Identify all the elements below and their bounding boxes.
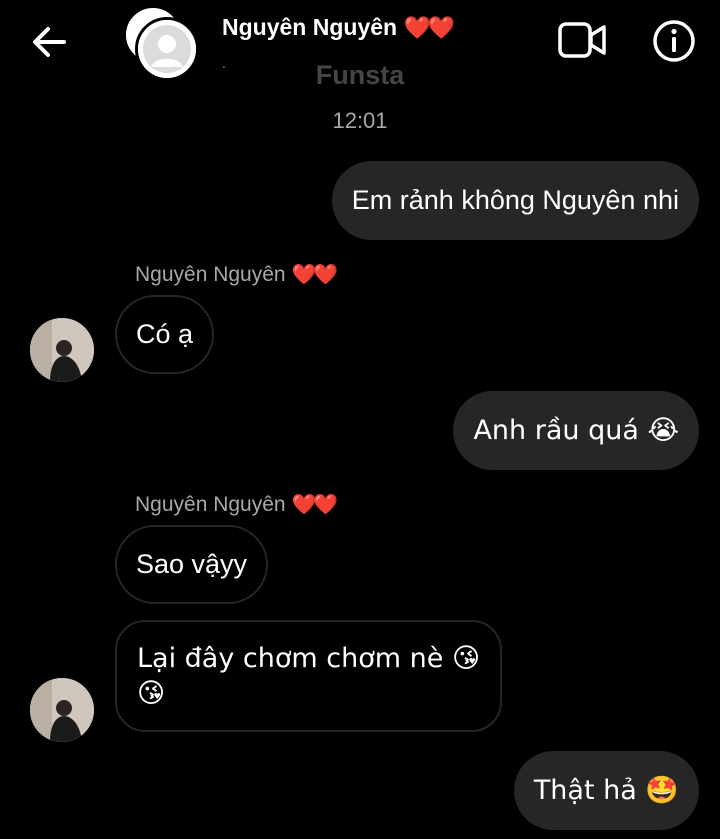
sent-message[interactable]: Thật hả 🤩 bbox=[513, 751, 699, 830]
sent-message[interactable]: Anh rầu quá 😭 bbox=[453, 391, 699, 470]
info-icon bbox=[653, 20, 695, 62]
video-call-button[interactable] bbox=[556, 18, 608, 62]
back-button[interactable] bbox=[28, 22, 72, 62]
sender-avatar[interactable] bbox=[30, 318, 94, 382]
sender-name: Nguyên Nguyên bbox=[135, 493, 286, 516]
message-text-line: Lại đây chơm chơm nè 😘 bbox=[137, 643, 481, 674]
message-text: Em rảnh không Nguyên nhi bbox=[351, 185, 679, 215]
contact-name[interactable]: Nguyên Nguyên ❤️❤️ bbox=[222, 14, 455, 41]
message-text: Anh rầu quá 😭 bbox=[473, 415, 679, 446]
message-timestamp: 12:01 bbox=[332, 108, 388, 133]
message-text: Sao vậyy bbox=[136, 549, 248, 579]
heart-emoji: ❤️❤️ bbox=[291, 492, 338, 516]
sender-label: Nguyên Nguyên ❤️❤️ bbox=[135, 492, 338, 517]
sender-label: Nguyên Nguyên ❤️❤️ bbox=[135, 262, 338, 287]
message-text: Thật hả 🤩 bbox=[533, 775, 679, 806]
received-message[interactable]: Có ạ bbox=[115, 295, 215, 374]
profile-photo bbox=[30, 318, 94, 382]
sent-message[interactable]: Em rảnh không Nguyên nhi bbox=[331, 161, 699, 240]
contact-name-text: Nguyên Nguyên bbox=[222, 14, 398, 40]
heart-emoji: ❤️❤️ bbox=[291, 262, 338, 286]
profile-photo bbox=[30, 678, 94, 742]
message-text-line: 😘 bbox=[137, 678, 166, 709]
arrow-left-icon bbox=[33, 27, 66, 57]
received-message[interactable]: Lại đây chơm chơm nè 😘 😘 bbox=[115, 620, 503, 732]
info-button[interactable] bbox=[650, 17, 698, 65]
message-text: Có ạ bbox=[136, 319, 194, 349]
sender-avatar[interactable] bbox=[30, 678, 94, 742]
page-subtitle: Funsta bbox=[315, 60, 405, 90]
sender-name: Nguyên Nguyên bbox=[135, 263, 286, 286]
heart-emoji: ❤️❤️ bbox=[403, 16, 455, 41]
received-message[interactable]: Sao vậyy bbox=[115, 525, 269, 604]
video-camera-icon bbox=[558, 22, 606, 58]
